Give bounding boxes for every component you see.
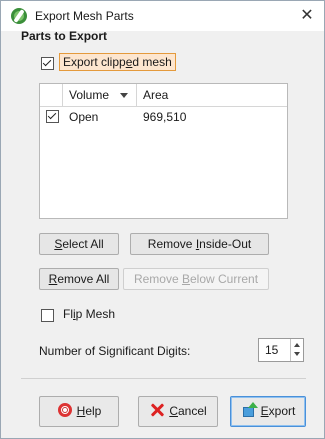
- significant-digits-spinbox[interactable]: 15: [258, 338, 304, 362]
- remove-below-current-button[interactable]: Remove Below Current: [123, 268, 269, 290]
- remove-all-button[interactable]: Remove All: [39, 268, 119, 290]
- help-lifebuoy-icon: [57, 402, 73, 418]
- spin-up-icon[interactable]: [294, 343, 300, 347]
- flip-mesh-label[interactable]: Flip Mesh: [63, 307, 115, 321]
- export-clipped-mesh-label[interactable]: Export clipped mesh: [59, 53, 176, 71]
- column-divider: [136, 84, 137, 106]
- cancel-x-icon: [149, 402, 165, 418]
- table-row[interactable]: Open 969,510: [40, 107, 287, 125]
- app-logo-icon: [11, 8, 27, 24]
- dialog-body: Parts to Export Export clipped mesh Volu…: [1, 29, 324, 438]
- row-checkbox[interactable]: [46, 110, 59, 123]
- flip-mesh-checkbox[interactable]: [41, 309, 54, 322]
- export-icon: [241, 402, 258, 418]
- row-volume-cell: Open: [69, 110, 99, 124]
- table-header: Volume Area: [40, 84, 287, 107]
- help-button[interactable]: Help: [39, 396, 119, 427]
- parts-to-export-heading: Parts to Export: [21, 29, 108, 43]
- footer-separator: [21, 378, 306, 379]
- window-title: Export Mesh Parts: [35, 9, 134, 23]
- cancel-button[interactable]: Cancel: [138, 396, 218, 427]
- column-header-area[interactable]: Area: [143, 88, 168, 102]
- title-bar: Export Mesh Parts ✕: [1, 1, 324, 31]
- significant-digits-label: Number of Significant Digits:: [39, 344, 191, 358]
- mesh-parts-table: Volume Area Open 969,510: [39, 83, 288, 219]
- row-area-cell: 969,510: [143, 110, 187, 124]
- export-clipped-mesh-checkbox[interactable]: [41, 57, 54, 70]
- export-mesh-parts-dialog: Export Mesh Parts ✕ Parts to Export Expo…: [0, 0, 325, 439]
- column-divider: [62, 84, 63, 106]
- spin-down-icon[interactable]: [294, 352, 300, 356]
- export-button[interactable]: Export: [230, 396, 306, 427]
- select-all-button[interactable]: Select All: [39, 233, 119, 255]
- sort-descending-icon[interactable]: [120, 93, 128, 98]
- close-icon[interactable]: ✕: [296, 5, 318, 27]
- column-header-volume[interactable]: Volume: [69, 88, 109, 102]
- significant-digits-value[interactable]: 15: [265, 343, 278, 357]
- remove-inside-out-button[interactable]: Remove Inside-Out: [130, 233, 269, 255]
- spin-buttons[interactable]: [290, 339, 303, 361]
